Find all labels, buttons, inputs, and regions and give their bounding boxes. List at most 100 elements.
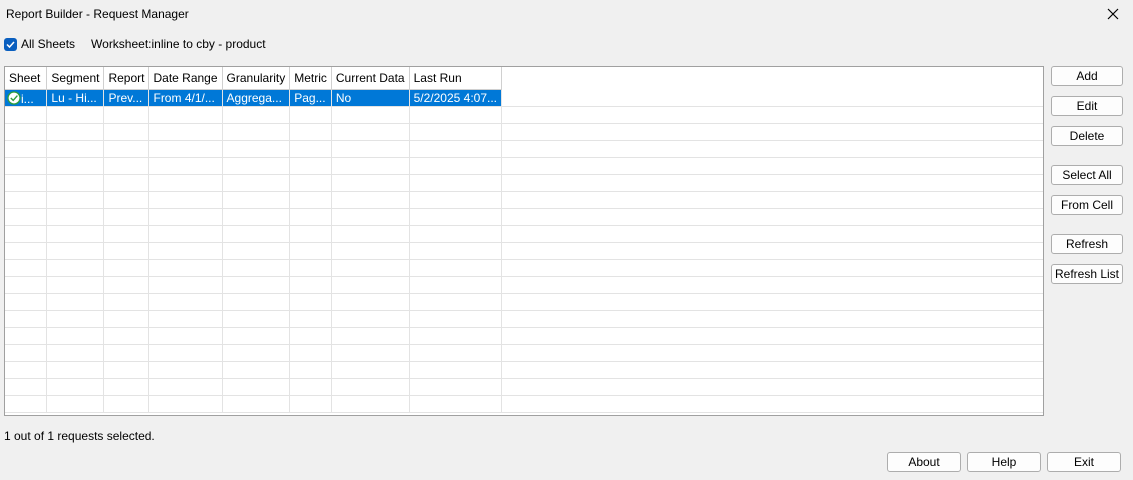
empty-cell: [409, 344, 503, 362]
empty-cell: [409, 378, 503, 396]
empty-cell: [148, 327, 223, 345]
empty-row: [5, 310, 1043, 328]
request-table: Sheet Segment Report Date Range Granular…: [5, 67, 1043, 413]
empty-cell: [222, 310, 291, 328]
empty-cell: [103, 123, 150, 141]
from-cell-button[interactable]: From Cell: [1051, 195, 1123, 215]
granularity-cell: Aggrega...: [222, 89, 291, 107]
empty-cell: [222, 123, 291, 141]
column-header-granularity[interactable]: Granularity: [222, 67, 291, 90]
exit-button[interactable]: Exit: [1047, 452, 1121, 472]
empty-cell: [331, 242, 410, 260]
header-filler: [502, 67, 1044, 90]
empty-cell: [331, 157, 410, 175]
empty-row: [5, 225, 1043, 243]
empty-row: [5, 327, 1043, 345]
empty-cell: [331, 395, 410, 413]
empty-cell: [103, 378, 150, 396]
help-button[interactable]: Help: [967, 452, 1041, 472]
empty-cell: [46, 293, 105, 311]
empty-cell: [5, 276, 48, 294]
empty-row: [5, 293, 1043, 311]
edit-button[interactable]: Edit: [1051, 96, 1123, 116]
close-icon: [1107, 8, 1119, 20]
empty-cell: [222, 259, 291, 277]
delete-button[interactable]: Delete: [1051, 126, 1123, 146]
request-grid[interactable]: Sheet Segment Report Date Range Granular…: [4, 66, 1044, 416]
empty-cell: [103, 242, 150, 260]
empty-cell: [409, 327, 503, 345]
status-text: 1 out of 1 requests selected.: [4, 429, 155, 443]
empty-cell: [331, 259, 410, 277]
empty-cell: [409, 276, 503, 294]
column-header-sheet[interactable]: Sheet: [5, 67, 48, 90]
empty-cell: [148, 344, 223, 362]
empty-cell: [289, 157, 332, 175]
empty-cell: [103, 327, 150, 345]
empty-cell: [5, 140, 48, 158]
empty-cell: [103, 344, 150, 362]
empty-cell: [148, 242, 223, 260]
empty-cell: [103, 310, 150, 328]
empty-cell: [331, 293, 410, 311]
segment-cell: Lu - Hi...: [46, 89, 105, 107]
about-button[interactable]: About: [887, 452, 961, 472]
empty-cell: [222, 157, 291, 175]
empty-cell: [409, 293, 503, 311]
empty-cell: [103, 276, 150, 294]
empty-cell: [148, 259, 223, 277]
refresh-button[interactable]: Refresh: [1051, 234, 1123, 254]
empty-cell: [5, 361, 48, 379]
empty-cell: [5, 293, 48, 311]
all-sheets-label[interactable]: All Sheets: [21, 37, 75, 51]
column-header-current-data[interactable]: Current Data: [331, 67, 410, 90]
empty-cell: [222, 242, 291, 260]
empty-cell: [501, 140, 1043, 158]
empty-row: [5, 344, 1043, 362]
empty-row: [5, 208, 1043, 226]
empty-cell: [222, 378, 291, 396]
empty-cell: [222, 395, 291, 413]
date-range-cell: From 4/1/...: [148, 89, 223, 107]
check-circle-icon: [7, 91, 21, 106]
title-bar: Report Builder - Request Manager: [0, 0, 1133, 28]
column-header-metric[interactable]: Metric: [289, 67, 332, 90]
table-row[interactable]: i... Lu - Hi... Prev... From 4/1/... Agg…: [5, 89, 1043, 107]
empty-cell: [5, 225, 48, 243]
empty-cell: [289, 174, 332, 192]
empty-cell: [501, 157, 1043, 175]
column-header-report[interactable]: Report: [103, 67, 150, 90]
empty-cell: [501, 174, 1043, 192]
empty-cell: [501, 310, 1043, 328]
column-header-segment[interactable]: Segment: [46, 67, 105, 90]
empty-cell: [5, 123, 48, 141]
empty-cell: [222, 327, 291, 345]
empty-cell: [46, 157, 105, 175]
empty-cell: [409, 208, 503, 226]
add-button[interactable]: Add: [1051, 66, 1123, 86]
column-header-date-range[interactable]: Date Range: [148, 67, 223, 90]
empty-cell: [501, 327, 1043, 345]
refresh-list-button[interactable]: Refresh List: [1051, 264, 1123, 284]
current-data-cell: No: [331, 89, 410, 107]
empty-cell: [46, 276, 105, 294]
empty-cell: [148, 174, 223, 192]
empty-row: [5, 106, 1043, 124]
empty-cell: [5, 208, 48, 226]
empty-cell: [46, 242, 105, 260]
empty-cell: [331, 276, 410, 294]
empty-cell: [46, 361, 105, 379]
empty-cell: [46, 106, 105, 124]
select-all-button[interactable]: Select All: [1051, 165, 1123, 185]
empty-cell: [331, 344, 410, 362]
empty-cell: [148, 191, 223, 209]
close-button[interactable]: [1093, 0, 1133, 28]
empty-cell: [103, 293, 150, 311]
empty-cell: [148, 276, 223, 294]
all-sheets-checkbox[interactable]: [4, 37, 17, 51]
row-filler: [501, 89, 1043, 107]
empty-cell: [331, 310, 410, 328]
empty-cell: [5, 310, 48, 328]
column-header-last-run[interactable]: Last Run: [409, 67, 503, 90]
empty-cell: [148, 361, 223, 379]
